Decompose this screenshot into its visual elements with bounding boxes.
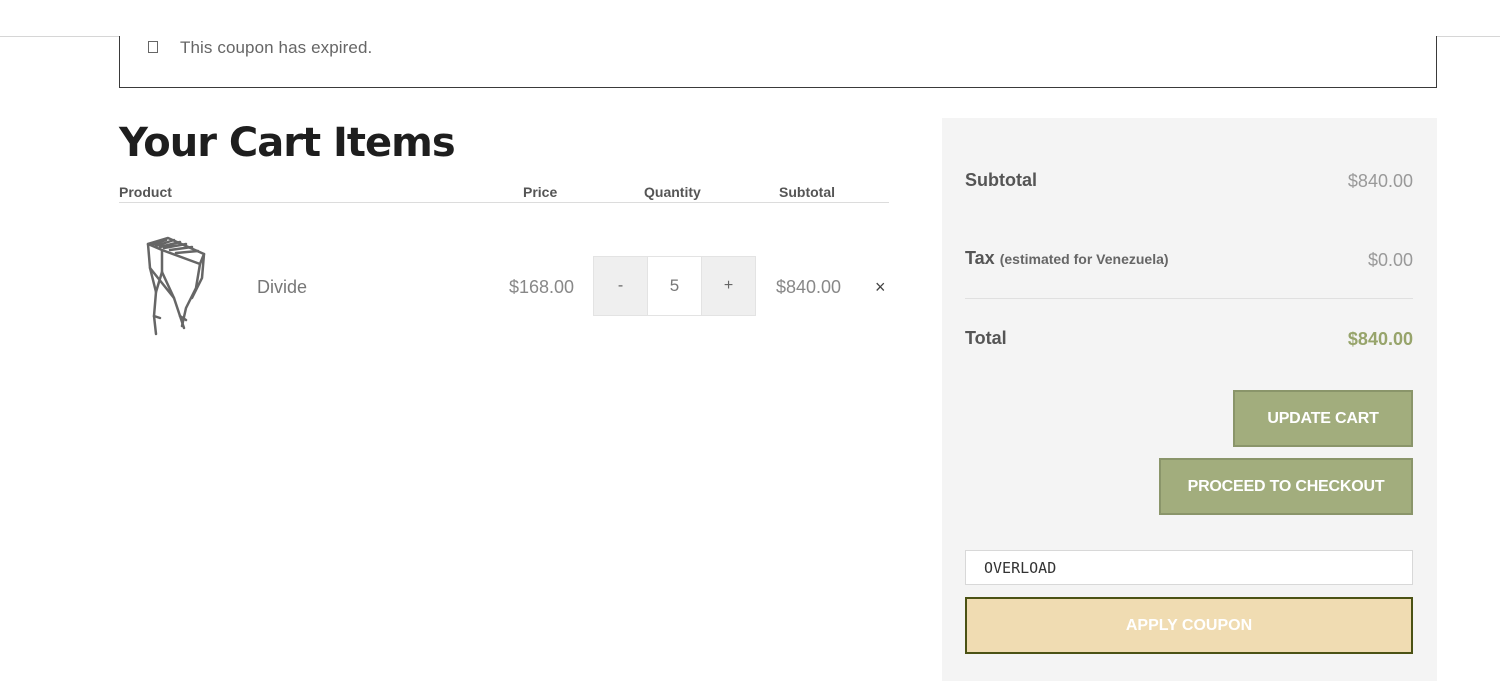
subtotal-value: $840.00: [1347, 171, 1413, 191]
tax-value: $0.00: [1367, 250, 1413, 270]
total-label: Total: [965, 328, 1007, 348]
product-price: $168.00: [509, 277, 575, 297]
subtotal-label: Subtotal: [965, 170, 1037, 190]
update-cart-button[interactable]: UPDATE CART: [1233, 390, 1413, 447]
quantity-stepper[interactable]: - 5 +: [593, 256, 756, 316]
coupon-code-input[interactable]: OVERLOAD: [965, 550, 1413, 585]
quantity-input[interactable]: 5: [647, 257, 702, 315]
totals-divider: [965, 298, 1413, 299]
header-divider: [119, 202, 889, 203]
quantity-increase-button[interactable]: +: [702, 257, 755, 315]
proceed-to-checkout-button[interactable]: PROCEED TO CHECKOUT: [1159, 458, 1413, 515]
product-name[interactable]: Divide: [257, 277, 307, 298]
quantity-decrease-button[interactable]: -: [594, 257, 647, 315]
cart-totals-panel: Subtotal $840.00 Tax (estimated for Vene…: [942, 118, 1437, 681]
tax-label: Tax (estimated for Venezuela): [965, 248, 1169, 269]
column-header-price: Price: [523, 184, 558, 200]
cart-title: Your Cart Items: [119, 120, 456, 166]
tax-label-text: Tax: [965, 248, 995, 268]
total-value: $840.00: [1347, 329, 1413, 349]
column-header-subtotal: Subtotal: [779, 184, 835, 200]
apply-coupon-button[interactable]: APPLY COUPON: [965, 597, 1413, 654]
coupon-notice: This coupon has expired.: [119, 36, 1437, 88]
remove-item-close-icon[interactable]: ×: [875, 277, 886, 298]
notice-message: This coupon has expired.: [180, 38, 373, 57]
column-header-quantity: Quantity: [644, 184, 701, 200]
product-image[interactable]: [140, 234, 210, 340]
tax-note: (estimated for Venezuela): [999, 251, 1169, 267]
column-header-product: Product: [119, 184, 172, 200]
line-subtotal: $840.00: [776, 277, 842, 297]
info-icon: [148, 41, 158, 53]
